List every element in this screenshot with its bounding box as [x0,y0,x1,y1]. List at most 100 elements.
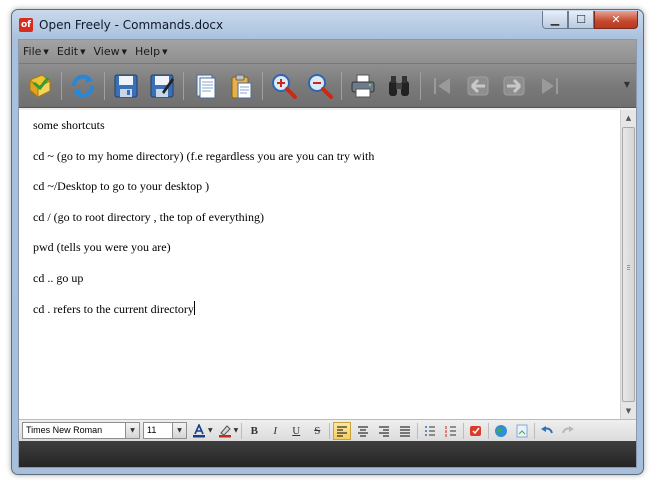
client-area: File ▼ Edit ▼ View ▼ Help ▼ ▼ some short… [18,39,637,468]
paste-button[interactable] [226,71,256,101]
insert-image-button[interactable] [513,422,531,440]
chevron-down-icon: ▼ [121,47,128,56]
refresh-icon [72,74,94,97]
save-as-button[interactable] [147,71,177,101]
document-line: pwd (tells you were you are) [33,240,171,254]
toolbar-separator [341,71,342,100]
undo-icon [541,425,554,433]
zoom-in-button[interactable] [269,71,299,101]
menu-edit[interactable]: Edit ▼ [57,45,86,58]
open-icon [29,73,51,98]
toolbar-overflow-icon[interactable]: ▼ [624,80,630,89]
first-page-icon [434,77,450,94]
app-window: of Open Freely - Commands.docx ▁ ☐ ✕ Fil… [11,9,644,475]
last-page-button[interactable] [535,71,565,101]
image-icon [516,424,528,437]
justify-button[interactable] [396,422,414,440]
window-controls: ▁ ☐ ✕ [542,11,638,29]
toolbar-separator [463,422,465,439]
align-center-button[interactable] [354,422,372,440]
next-page-button[interactable] [499,71,529,101]
spell-check-icon [470,425,482,436]
menu-file-label: File [23,45,42,58]
menu-help[interactable]: Help ▼ [135,45,167,58]
menu-view[interactable]: View ▼ [94,45,128,58]
bullet-list-button[interactable] [421,422,439,440]
text-cursor [193,301,195,315]
toolbar-separator [488,422,490,439]
chevron-down-icon: ▼ [43,47,49,56]
redo-button[interactable] [559,422,577,440]
strikethrough-button[interactable]: S [308,422,326,440]
first-page-button[interactable] [427,71,457,101]
zoom-out-button[interactable] [305,71,335,101]
find-button[interactable] [384,71,414,101]
bold-button[interactable]: B [245,422,263,440]
highlighter-icon [218,424,231,437]
close-icon: ✕ [611,13,621,26]
chevron-down-icon[interactable]: ▼ [208,427,213,434]
numbered-list-button[interactable] [442,422,460,440]
spell-check-button[interactable] [467,422,485,440]
main-toolbar: ▼ [19,64,636,108]
scrollbar-thumb[interactable] [622,127,635,402]
highlight-button[interactable] [216,422,234,440]
document-line: cd / (go to root directory , the top of … [33,209,264,224]
numbered-list-icon [445,425,457,437]
chevron-down-icon: ▼ [162,47,168,56]
menu-view-label: View [93,45,120,58]
title-bar[interactable]: of Open Freely - Commands.docx ▁ ☐ ✕ [12,10,643,39]
scroll-down-icon[interactable]: ▼ [621,403,636,419]
align-right-icon [379,425,390,437]
scroll-up-icon[interactable]: ▲ [621,110,636,126]
document-line: cd ~ (go to my home directory) (f.e rega… [33,148,375,163]
print-button[interactable] [348,71,378,101]
save-as-icon [150,74,174,97]
align-left-button[interactable] [333,421,352,440]
font-color-icon [193,423,205,437]
zoom-in-icon [272,73,297,99]
vertical-scrollbar[interactable]: ▲ ▼ [620,110,636,419]
font-size-value: 11 [147,425,157,435]
save-button[interactable] [111,71,141,101]
toolbar-separator [329,422,331,439]
toolbar-separator [241,422,243,439]
zoom-out-icon [308,73,333,99]
toolbar-separator [183,71,184,100]
refresh-button[interactable] [68,71,98,101]
chevron-down-icon: ▼ [80,47,86,56]
font-size-select[interactable]: 11 ▼ [143,422,187,439]
font-name-select[interactable]: Times New Roman ▼ [22,422,140,439]
menu-file[interactable]: File ▼ [23,45,49,58]
undo-button[interactable] [538,422,556,440]
globe-icon [495,424,508,437]
chevron-down-icon[interactable]: ▼ [172,423,186,438]
copy-button[interactable] [190,71,220,101]
maximize-button[interactable]: ☐ [568,11,594,29]
toolbar-separator [420,71,421,100]
align-center-icon [358,425,369,437]
document-editor[interactable]: some shortcuts cd ~ (go to my home direc… [19,110,636,419]
previous-page-button[interactable] [463,71,493,101]
italic-button[interactable]: I [266,422,284,440]
document-line: cd . refers to the current directory [33,302,194,316]
document-text-area[interactable]: some shortcuts cd ~ (go to my home direc… [19,110,620,419]
menu-help-label: Help [135,45,161,58]
web-button[interactable] [492,422,510,440]
document-line: cd .. go up [33,270,84,285]
close-button[interactable]: ✕ [594,11,638,29]
binoculars-icon [389,75,409,96]
next-page-icon [503,76,525,95]
toolbar-separator [417,422,419,439]
open-button[interactable] [25,71,55,101]
toolbar-separator [61,71,62,100]
chevron-down-icon[interactable]: ▼ [125,423,139,438]
align-right-button[interactable] [375,422,393,440]
underline-button[interactable]: U [287,422,305,440]
chevron-down-icon[interactable]: ▼ [234,427,239,434]
font-color-button[interactable] [190,422,208,440]
document-line: cd ~/Desktop to go to your desktop ) [33,179,210,193]
minimize-button[interactable]: ▁ [542,11,568,29]
last-page-icon [542,77,558,94]
document-line: some shortcuts [33,118,105,132]
